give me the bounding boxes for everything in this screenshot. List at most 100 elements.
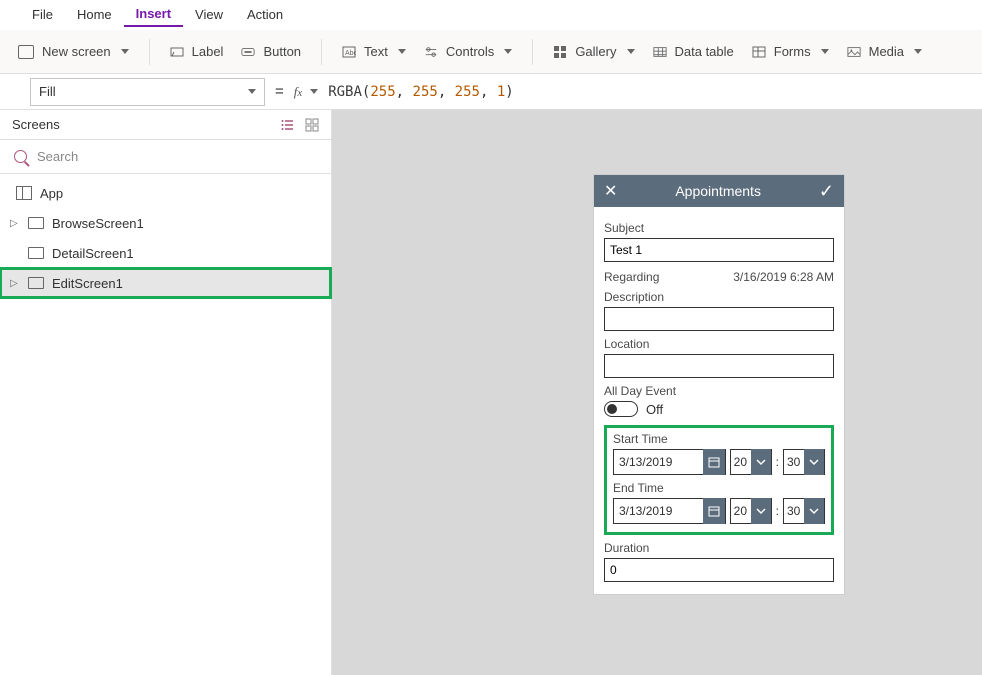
label-text: Label xyxy=(192,44,224,59)
time-fields-highlight: Start Time 3/13/2019 20 : xyxy=(604,425,834,535)
description-field: Description xyxy=(604,290,834,331)
tree-item-edit[interactable]: ▷ EditScreen1 xyxy=(0,268,331,298)
time-colon: : xyxy=(776,455,779,469)
label-icon xyxy=(170,45,184,59)
search-box[interactable]: Search xyxy=(0,140,331,174)
start-minute-value: 30 xyxy=(784,455,804,469)
menu-view[interactable]: View xyxy=(183,3,235,26)
data-table-label: Data table xyxy=(675,44,734,59)
forms-button[interactable]: Forms xyxy=(752,44,829,59)
media-icon xyxy=(847,45,861,59)
location-field: Location xyxy=(604,337,834,378)
search-placeholder: Search xyxy=(37,149,78,164)
tree-root-app[interactable]: App xyxy=(0,178,331,208)
duration-input[interactable] xyxy=(604,558,834,582)
subject-field: Subject xyxy=(604,221,834,262)
allday-toggle[interactable] xyxy=(604,401,638,417)
forms-label: Forms xyxy=(774,44,811,59)
start-hour-value: 20 xyxy=(731,455,751,469)
controls-button[interactable]: Controls xyxy=(424,44,512,59)
fx-button[interactable]: fx xyxy=(294,84,318,100)
menu-insert[interactable]: Insert xyxy=(124,2,183,27)
location-label: Location xyxy=(604,337,834,351)
tree-item-browse[interactable]: ▷ BrowseScreen1 xyxy=(0,208,331,238)
start-time-field: Start Time 3/13/2019 20 : xyxy=(613,432,825,475)
tree-item-label: DetailScreen1 xyxy=(52,246,134,261)
start-hour-select[interactable]: 20 xyxy=(730,449,772,475)
end-minute-value: 30 xyxy=(784,504,804,518)
chevron-down-icon xyxy=(504,49,512,54)
tree-view: App ▷ BrowseScreen1 DetailScreen1 ▷ Edit… xyxy=(0,174,331,302)
separator xyxy=(149,39,150,65)
chevron-down-icon xyxy=(914,49,922,54)
menu-home[interactable]: Home xyxy=(65,3,124,26)
screen-icon xyxy=(28,277,44,289)
close-icon[interactable]: ✕ xyxy=(604,181,617,201)
tree-item-label: EditScreen1 xyxy=(52,276,123,291)
description-input[interactable] xyxy=(604,307,834,331)
property-name: Fill xyxy=(39,84,56,99)
formula-input[interactable]: RGBA(255, 255, 255, 1) xyxy=(328,84,514,100)
svg-text:Abc: Abc xyxy=(345,50,356,57)
regarding-label: Regarding xyxy=(604,270,659,284)
button-icon xyxy=(241,45,255,59)
chevron-down-icon xyxy=(310,89,318,94)
ribbon: New screen Label Button Abc Text xyxy=(0,30,982,74)
end-date-picker[interactable]: 3/13/2019 xyxy=(613,498,726,524)
accept-icon[interactable]: ✓ xyxy=(819,181,834,202)
chevron-down-icon xyxy=(804,498,824,524)
text-icon: Abc xyxy=(342,45,356,59)
chevron-down-icon xyxy=(821,49,829,54)
allday-label: All Day Event xyxy=(604,384,834,398)
label-button[interactable]: Label xyxy=(170,44,224,59)
screen-icon xyxy=(28,217,44,229)
chevron-down-icon xyxy=(751,449,771,475)
allday-state: Off xyxy=(646,402,663,417)
canvas[interactable]: ✕ Appointments ✓ Subject Regarding 3/16/… xyxy=(332,110,982,675)
expand-icon[interactable] xyxy=(10,248,20,259)
end-minute-select[interactable]: 30 xyxy=(783,498,825,524)
start-time-label: Start Time xyxy=(613,432,825,446)
calendar-icon xyxy=(703,498,725,524)
media-label: Media xyxy=(869,44,904,59)
data-table-button[interactable]: Data table xyxy=(653,44,734,59)
time-colon: : xyxy=(776,504,779,518)
button-button[interactable]: Button xyxy=(241,44,301,59)
menu-file[interactable]: File xyxy=(20,3,65,26)
controls-label: Controls xyxy=(446,44,494,59)
separator xyxy=(532,39,533,65)
app-icon xyxy=(16,186,32,200)
property-selector[interactable]: Fill xyxy=(30,78,265,106)
description-label: Description xyxy=(604,290,834,304)
formula-bar: Fill = fx RGBA(255, 255, 255, 1) xyxy=(0,74,982,110)
grid-view-icon[interactable] xyxy=(305,118,319,132)
end-hour-select[interactable]: 20 xyxy=(730,498,772,524)
expand-icon[interactable]: ▷ xyxy=(10,278,20,289)
start-minute-select[interactable]: 30 xyxy=(783,449,825,475)
screen-icon xyxy=(28,247,44,259)
menu-action[interactable]: Action xyxy=(235,3,295,26)
form-title: Appointments xyxy=(675,183,761,199)
end-time-field: End Time 3/13/2019 20 : xyxy=(613,481,825,524)
subject-input[interactable] xyxy=(604,238,834,262)
start-date-picker[interactable]: 3/13/2019 xyxy=(613,449,726,475)
end-hour-value: 20 xyxy=(731,504,751,518)
separator xyxy=(321,39,322,65)
screen-icon xyxy=(18,45,34,59)
text-button[interactable]: Abc Text xyxy=(342,44,406,59)
calendar-icon xyxy=(703,449,725,475)
location-input[interactable] xyxy=(604,354,834,378)
edit-form: ✕ Appointments ✓ Subject Regarding 3/16/… xyxy=(594,175,844,594)
screens-panel: Screens Search App ▷ BrowseScreen1 Detai… xyxy=(0,110,332,675)
text-label: Text xyxy=(364,44,388,59)
tree-item-detail[interactable]: DetailScreen1 xyxy=(0,238,331,268)
media-button[interactable]: Media xyxy=(847,44,922,59)
expand-icon[interactable]: ▷ xyxy=(10,218,20,229)
duration-field: Duration xyxy=(604,541,834,582)
chevron-down-icon xyxy=(121,49,129,54)
list-view-icon[interactable] xyxy=(281,118,295,132)
gallery-button[interactable]: Gallery xyxy=(553,44,634,59)
new-screen-button[interactable]: New screen xyxy=(18,44,129,59)
gallery-icon xyxy=(553,45,567,59)
menu-bar: File Home Insert View Action xyxy=(0,0,982,30)
